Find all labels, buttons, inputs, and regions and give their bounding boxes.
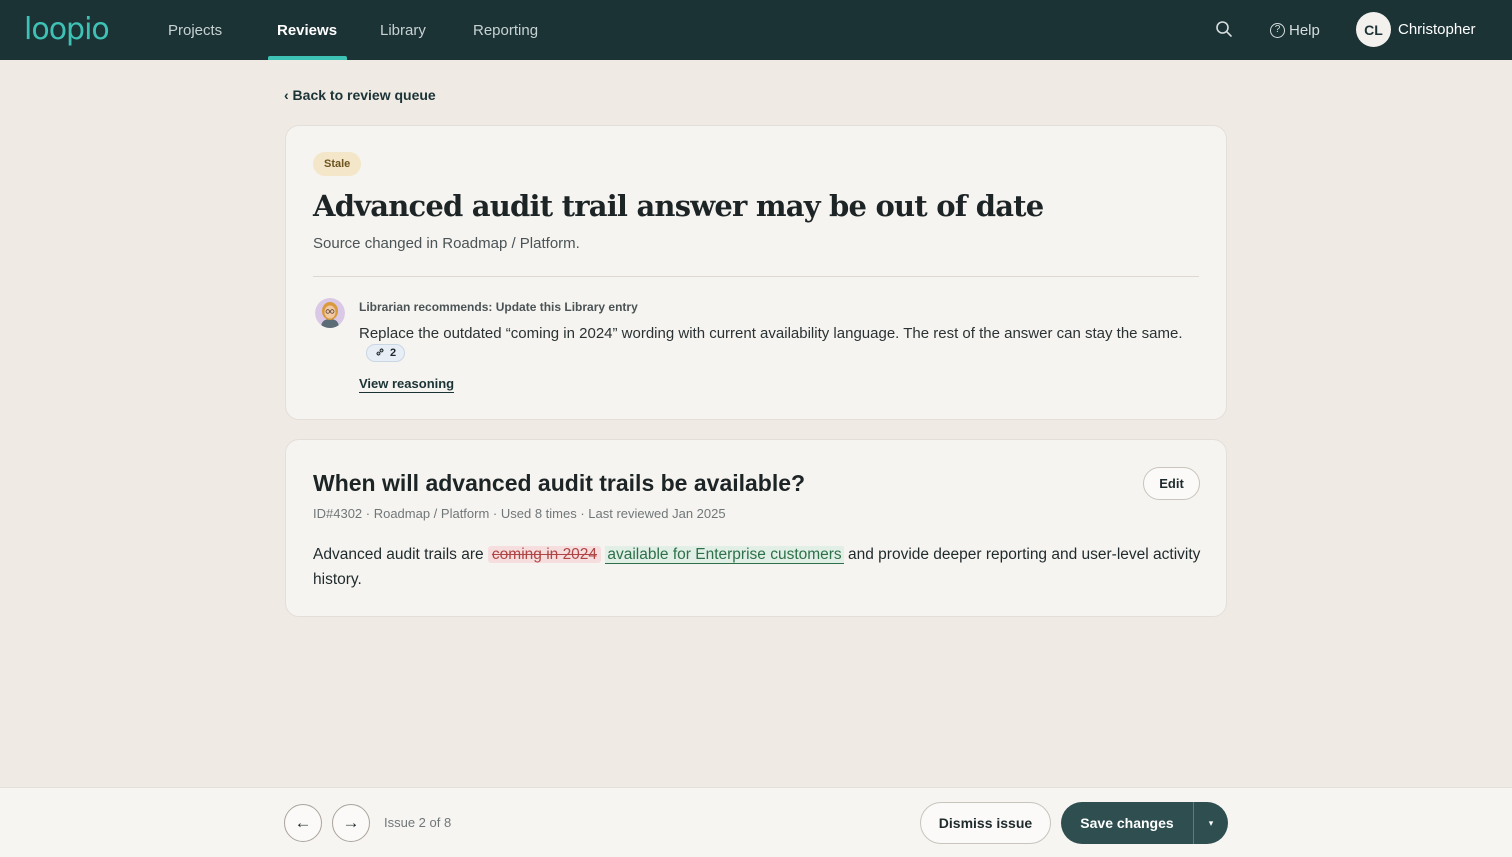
nav-item-library[interactable]: Library <box>380 0 426 60</box>
library-entry-card: When will advanced audit trails be avail… <box>285 439 1227 617</box>
top-nav: loopio Projects Reviews Library Reportin… <box>0 0 1512 60</box>
answer-prefix: Advanced audit trails are <box>313 546 484 563</box>
save-options-button[interactable]: ▾ <box>1194 802 1228 844</box>
help-icon: ? <box>1270 22 1285 38</box>
help-label: Help <box>1289 21 1320 39</box>
recommendation-body: Replace the outdated “coming in 2024” wo… <box>359 325 1183 342</box>
citation-count: 2 <box>390 347 397 359</box>
edit-button[interactable]: Edit <box>1143 467 1200 500</box>
entry-answer: Advanced audit trails are coming in 2024… <box>313 542 1203 592</box>
loopio-logo[interactable]: loopio <box>24 12 110 47</box>
answer-removed-text: coming in 2024 <box>487 546 602 563</box>
librarian-avatar <box>315 298 345 328</box>
recommendation-heading: Librarian recommends: Update this Librar… <box>359 300 638 314</box>
link-icon <box>375 347 385 360</box>
divider <box>313 276 1199 277</box>
status-badge: Stale <box>313 152 362 176</box>
user-name: Christopher <box>1398 21 1476 38</box>
nav-item-projects[interactable]: Projects <box>168 0 222 60</box>
help-link[interactable]: ? Help <box>1270 0 1320 60</box>
nav-item-reporting[interactable]: Reporting <box>473 0 538 60</box>
issue-subtitle: Source changed in Roadmap / Platform. <box>313 235 580 252</box>
issue-card: Stale Advanced audit trail answer may be… <box>285 125 1227 420</box>
nav-item-reviews[interactable]: Reviews <box>267 0 348 60</box>
save-button-group: Save changes ▾ <box>1061 802 1228 844</box>
bottom-action-bar: ← → Issue 2 of 8 Dismiss issue Save chan… <box>0 787 1512 857</box>
view-reasoning-link[interactable]: View reasoning <box>359 376 455 393</box>
avatar: CL <box>1356 12 1391 47</box>
arrow-left-icon: ← <box>294 813 312 832</box>
back-to-review-queue-link[interactable]: ‹ Back to review queue <box>284 87 436 103</box>
issue-title: Advanced audit trail answer may be out o… <box>313 189 1044 223</box>
user-menu[interactable]: CL Christopher <box>1356 12 1476 47</box>
entry-meta: ID#4302 · Roadmap / Platform · Used 8 ti… <box>313 506 726 521</box>
chevron-down-icon: ▾ <box>1208 817 1214 828</box>
dismiss-issue-button[interactable]: Dismiss issue <box>920 802 1051 844</box>
answer-added-text: available for Enterprise customers <box>605 546 844 564</box>
issue-counter: Issue 2 of 8 <box>384 815 452 830</box>
save-changes-button[interactable]: Save changes <box>1061 802 1193 844</box>
previous-issue-button[interactable]: ← <box>284 804 322 842</box>
arrow-right-icon: → <box>342 813 360 832</box>
entry-question: When will advanced audit trails be avail… <box>313 470 806 496</box>
search-icon[interactable] <box>1215 20 1235 40</box>
citation-chip[interactable]: 2 <box>366 344 406 362</box>
next-issue-button[interactable]: → <box>332 804 370 842</box>
